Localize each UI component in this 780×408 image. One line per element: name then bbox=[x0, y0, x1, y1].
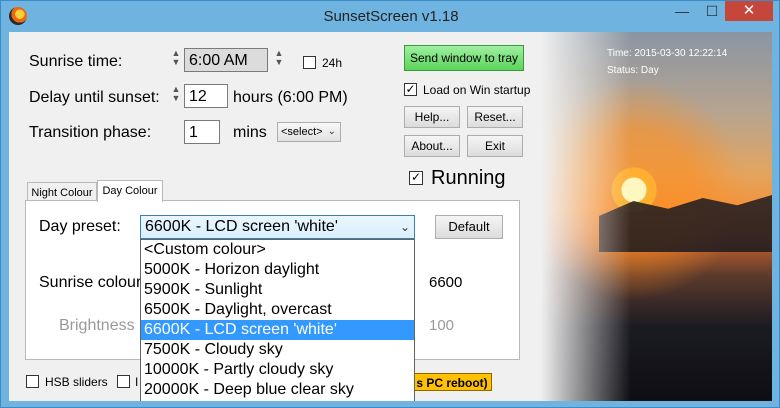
dropdown-option[interactable]: 6500K - Daylight, overcast bbox=[141, 300, 414, 320]
chevron-down-icon: ⌄ bbox=[399, 220, 410, 234]
sunrise-colour-label: Sunrise colour bbox=[39, 274, 142, 291]
running-label: Running bbox=[431, 167, 506, 189]
transition-mins-field[interactable]: 1 bbox=[184, 120, 220, 144]
day-preset-combo[interactable]: 6600K - LCD screen 'white' ⌄ bbox=[140, 215, 415, 239]
tab-night-colour[interactable]: Night Colour bbox=[27, 182, 97, 202]
maximize-button[interactable]: ☐ bbox=[697, 1, 727, 21]
dropdown-option[interactable]: 10000K - Partly cloudy sky bbox=[141, 360, 414, 380]
sunrise-time-field[interactable]: 6:00 AM bbox=[184, 48, 268, 72]
running-checkbox[interactable]: ✓ bbox=[409, 171, 423, 185]
brightness-value: 100 bbox=[429, 317, 455, 334]
dropdown-option[interactable]: 20000K - Deep blue clear sky bbox=[141, 380, 414, 400]
delay-unit-label: hours (6:00 PM) bbox=[233, 89, 348, 106]
hsb-sliders-label: HSB sliders bbox=[45, 375, 108, 389]
transition-select-value: <select> bbox=[281, 126, 323, 138]
load-on-startup-label: Load on Win startup bbox=[423, 83, 531, 97]
hsb-sliders-checkbox[interactable] bbox=[26, 375, 39, 388]
close-button[interactable]: ✕ bbox=[725, 1, 773, 21]
load-on-startup-checkbox[interactable]: ✓ bbox=[404, 83, 417, 96]
client-area: Time: 2015-03-30 12:22:14 Status: Day Su… bbox=[9, 32, 772, 401]
reboot-notice-badge: s PC reboot) bbox=[412, 373, 492, 391]
app-window: SunsetScreen v1.18 — ☐ ✕ Time: 2015-03-3… bbox=[0, 0, 780, 408]
partial-label: I bbox=[135, 375, 139, 389]
send-to-tray-button[interactable]: Send window to tray bbox=[404, 45, 524, 71]
help-button[interactable]: Help... bbox=[404, 106, 460, 128]
transition-label: Transition phase: bbox=[29, 124, 152, 141]
sunrise-time-label: Sunrise time: bbox=[29, 53, 123, 70]
photo-fade bbox=[541, 32, 631, 401]
window-title: SunsetScreen v1.18 bbox=[323, 8, 459, 25]
status-readout: Status: Day bbox=[607, 65, 659, 76]
h24-checkbox[interactable] bbox=[303, 56, 316, 69]
exit-button[interactable]: Exit bbox=[467, 135, 523, 157]
day-preset-dropdown[interactable]: <Custom colour> 5000K - Horizon daylight 5… bbox=[140, 239, 415, 401]
day-preset-value: 6600K - LCD screen 'white' bbox=[145, 218, 338, 235]
sunrise-spinner[interactable]: ▲ ▼ bbox=[170, 49, 182, 75]
reset-button[interactable]: Reset... bbox=[467, 106, 523, 128]
dropdown-option[interactable]: 7500K - Cloudy sky bbox=[141, 340, 414, 360]
day-preset-label: Day preset: bbox=[39, 218, 121, 235]
h24-label: 24h bbox=[322, 56, 343, 70]
dropdown-option[interactable]: 6600K - LCD screen 'white' bbox=[141, 320, 414, 340]
minimize-button[interactable]: — bbox=[667, 1, 697, 21]
chevron-down-icon: ⌄ bbox=[327, 126, 336, 137]
title-bar[interactable]: SunsetScreen v1.18 — ☐ ✕ bbox=[1, 1, 779, 31]
transition-select[interactable]: <select> ⌄ bbox=[277, 122, 341, 142]
about-button[interactable]: About... bbox=[404, 135, 460, 157]
dropdown-option[interactable]: 5000K - Horizon daylight bbox=[141, 260, 414, 280]
partial-checkbox[interactable] bbox=[117, 375, 130, 388]
sunrise-colour-value: 6600 bbox=[429, 274, 463, 291]
transition-unit-label: mins bbox=[233, 124, 267, 141]
dropdown-option[interactable]: <Custom colour> bbox=[141, 240, 414, 260]
delay-spinner[interactable]: ▲ ▼ bbox=[170, 85, 182, 111]
sunrise-spinner-right[interactable]: ▲ ▼ bbox=[273, 49, 285, 75]
dropdown-option[interactable]: 5900K - Sunlight bbox=[141, 280, 414, 300]
default-button[interactable]: Default bbox=[435, 215, 503, 239]
delay-label: Delay until sunset: bbox=[29, 89, 160, 106]
delay-hours-field[interactable]: 12 bbox=[184, 84, 228, 108]
time-readout: Time: 2015-03-30 12:22:14 bbox=[607, 48, 728, 59]
brightness-label: Brightness bbox=[59, 317, 135, 334]
tab-day-colour[interactable]: Day Colour bbox=[97, 180, 163, 202]
